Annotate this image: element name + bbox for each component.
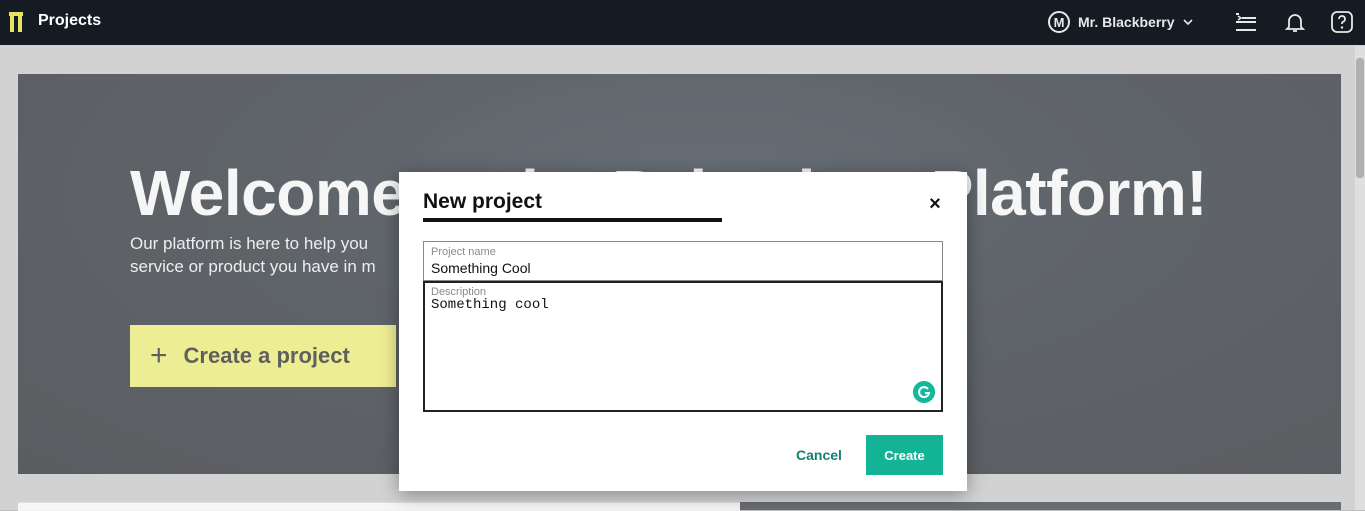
user-menu[interactable]: M Mr. Blackberry	[1048, 9, 1193, 35]
new-project-dialog: New project × Project name Something Coo…	[399, 172, 967, 491]
bell-icon[interactable]	[1283, 10, 1307, 34]
description-field[interactable]: Description Something cool	[423, 281, 943, 412]
timeline-icon[interactable]	[1234, 10, 1258, 34]
page-title: Projects	[38, 12, 102, 29]
close-button[interactable]: ×	[927, 194, 943, 214]
chevron-down-icon	[1182, 19, 1193, 26]
logo-icon[interactable]	[9, 12, 23, 32]
grammarly-icon[interactable]	[913, 381, 935, 403]
cancel-button[interactable]: Cancel	[783, 435, 855, 475]
project-name-input[interactable]: Something Cool	[431, 260, 531, 276]
description-textarea[interactable]: Something cool	[431, 297, 549, 313]
close-icon: ×	[929, 193, 941, 215]
dialog-title: New project	[423, 190, 543, 213]
help-icon[interactable]	[1330, 10, 1354, 34]
project-name-field[interactable]: Project name Something Cool	[423, 241, 943, 281]
top-bar: Projects M Mr. Blackberry	[0, 0, 1365, 45]
project-name-label: Project name	[431, 246, 496, 258]
avatar: M	[1048, 11, 1070, 33]
title-underline	[423, 218, 722, 222]
create-button[interactable]: Create	[866, 435, 943, 475]
user-name: Mr. Blackberry	[1078, 14, 1175, 30]
